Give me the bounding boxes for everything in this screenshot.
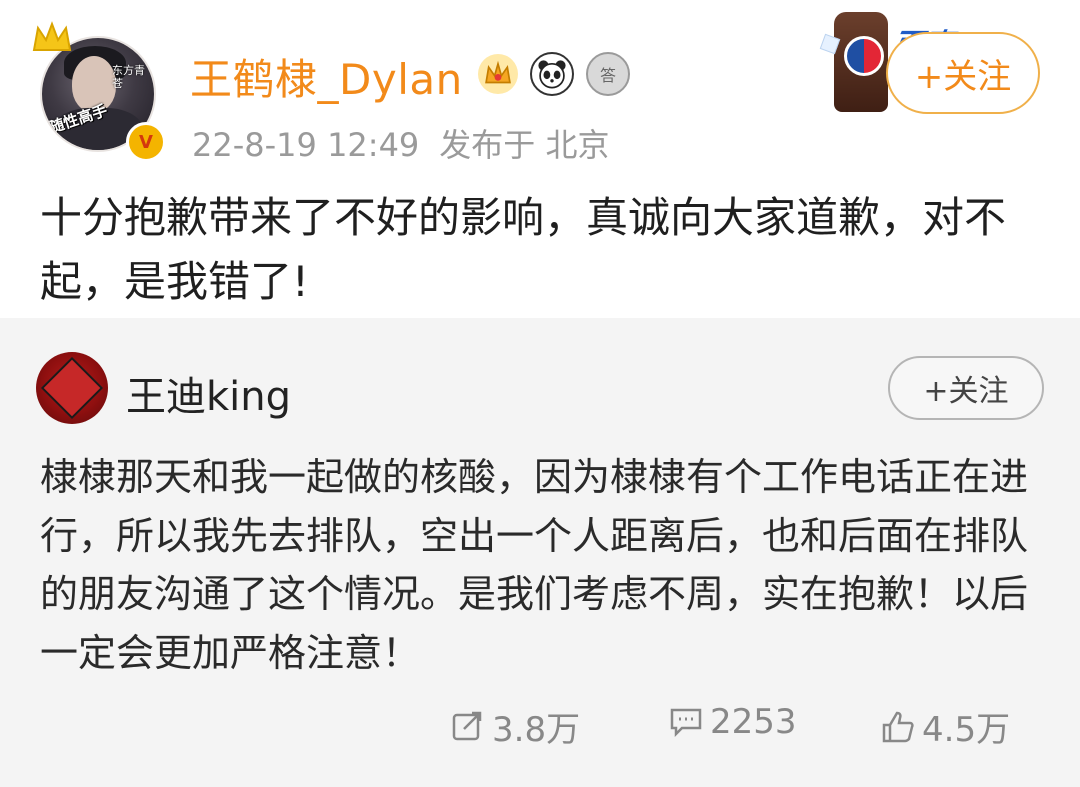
avatar-sticker-small: 东方青苍 — [112, 64, 145, 90]
repost-username[interactable]: 王迪king — [126, 364, 291, 422]
repost-count: 3.8万 — [492, 710, 581, 750]
comment-count: 2253 — [710, 702, 797, 742]
like-action[interactable]: 4.5万 — [880, 702, 1010, 751]
panda-badge-icon[interactable] — [530, 52, 574, 96]
medal-badge-text: 答 — [599, 66, 616, 85]
repost-follow-button[interactable]: +关注 — [888, 356, 1044, 420]
main-post: 东方青苍 随性高手 V 王鹤棣_Dylan 答 22-8-19 12:49 发布于… — [0, 0, 1080, 318]
like-count: 4.5万 — [922, 710, 1011, 750]
crown-badge-icon[interactable] — [478, 54, 518, 94]
avatar[interactable]: 东方青苍 随性高手 V — [32, 21, 166, 162]
comment-icon — [670, 708, 702, 738]
repost-avatar[interactable] — [36, 352, 108, 424]
comment-action[interactable]: 2253 — [668, 702, 797, 742]
post-meta: 22-8-19 12:49 发布于 北京 — [192, 120, 609, 166]
medal-badge-icon[interactable]: 答 — [586, 52, 630, 96]
follow-button[interactable]: +关注 — [886, 32, 1040, 114]
seal-icon — [40, 356, 104, 420]
repost-action[interactable]: 3.8万 — [450, 702, 580, 751]
pepsi-logo-icon — [844, 36, 884, 76]
post-text: 十分抱歉带来了不好的影响，真诚向大家道歉，对不起，是我错了! — [40, 193, 1007, 306]
crown-icon — [32, 21, 72, 51]
post-username[interactable]: 王鹤棣_Dylan — [190, 46, 463, 107]
verified-badge-icon: V — [126, 122, 166, 162]
post-location: 发布于 北京 — [439, 126, 610, 164]
repost-icon — [452, 711, 482, 740]
repost-card[interactable]: 王迪king +关注 棣棣那天和我一起做的核酸，因为棣棣有个工作电话正在进行，所… — [0, 318, 1080, 787]
action-bar: 3.8万 2253 4.5万 — [450, 702, 1050, 752]
thumbs-up-icon — [882, 711, 914, 742]
post-datetime: 22-8-19 12:49 — [192, 126, 420, 164]
user-badges: 答 — [478, 52, 630, 96]
repost-text: 棣棣那天和我一起做的核酸，因为棣棣有个工作电话正在进行，所以我先去排队，空出一个… — [40, 455, 1029, 675]
